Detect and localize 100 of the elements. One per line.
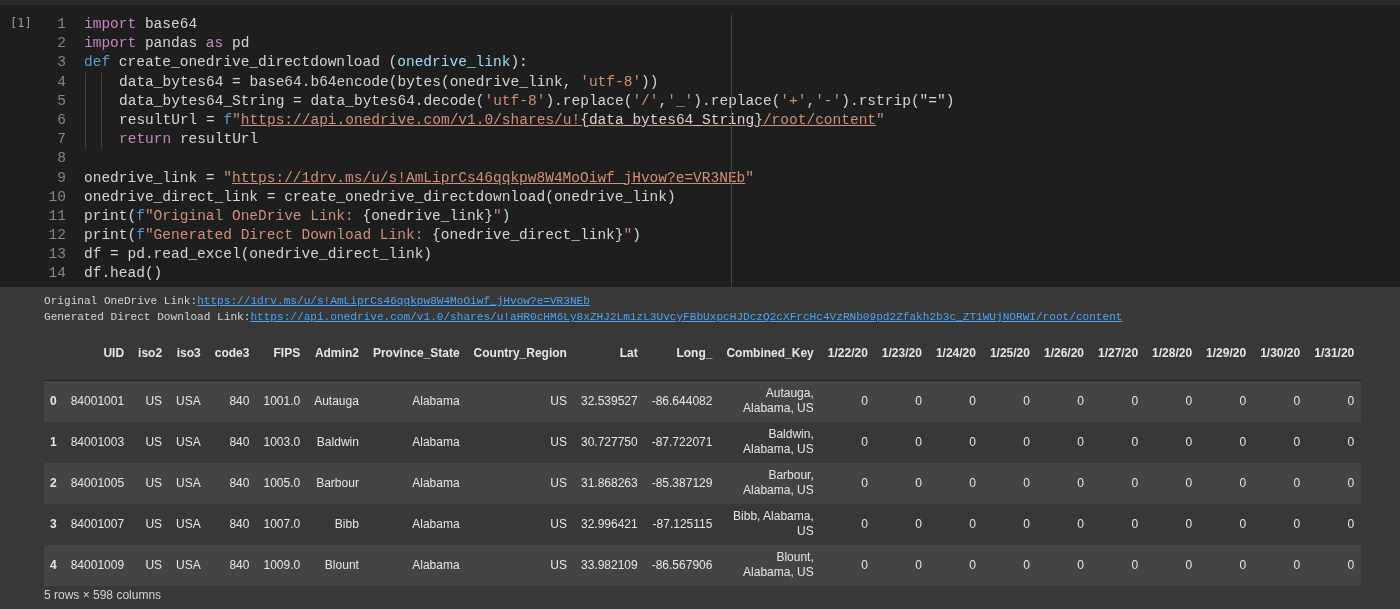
table-cell: 0 (861, 394, 868, 409)
code-line: return resultUrl (119, 130, 259, 150)
code-line: df = pd.read_excel(onedrive_direct_link) (84, 245, 433, 265)
column-header: 1/25/20 (989, 345, 1030, 360)
table-cell: 33.982109 (580, 558, 638, 572)
table-cell: -86.644082 (651, 394, 713, 409)
table-cell: Barbour (316, 476, 359, 490)
table-cell: Alabama (412, 394, 460, 409)
line-number: 9 (57, 168, 66, 188)
table-cell: 0 (1293, 394, 1301, 409)
table-cell: 1005.0 (263, 476, 301, 490)
table-cell: 0 (1293, 435, 1301, 449)
line-number: 2 (57, 34, 66, 54)
table-cell: USA (176, 476, 201, 490)
table-cell: 0 (915, 394, 922, 409)
line-number: 6 (57, 110, 66, 130)
execution-count: [1] (10, 16, 32, 30)
column-header: 1/22/20 (827, 345, 868, 360)
code-line: onedrive_direct_link = create_onedrive_directdownload(onedrive_link) (84, 187, 676, 207)
table-cell: 0 (1185, 394, 1193, 409)
table-cell: 32.539527 (580, 394, 638, 409)
table-cell: 84001009 (70, 558, 125, 572)
column-header: 1/24/20 (935, 345, 976, 360)
table-cell: 0 (915, 435, 922, 449)
table-cell: US (550, 517, 567, 531)
table-cell: 0 (1239, 435, 1247, 449)
code-line: data_bytes64_String = data_bytes64.decode('utf-8').replace('/','_').replace('+','-').rstrip("=") (119, 91, 955, 111)
table-cell: Blount (324, 558, 359, 572)
table-cell: 0 (1185, 558, 1193, 572)
line-number: 10 (48, 187, 66, 207)
output-label: Generated Direct Download Link: (44, 310, 251, 325)
table-cell: US (145, 394, 163, 409)
table-cell: USA (176, 435, 201, 449)
table-cell: 0 (1131, 517, 1139, 531)
row-index: 4 (50, 558, 57, 572)
table-cell: US (550, 558, 567, 572)
table-cell: US (550, 476, 567, 490)
table-cell: 0 (1077, 435, 1084, 449)
table-cell: 0 (969, 435, 976, 449)
table-cell: 0 (1185, 435, 1193, 449)
table-cell: USA (176, 394, 201, 409)
table-cell: 0 (1077, 476, 1084, 490)
line-number: 1 (57, 15, 66, 34)
table-cell: 1001.0 (263, 394, 301, 409)
output-link[interactable]: https://1drv.ms/u/s!AmLiprCs46qqkpw8W4MoOiwf_jHvow?e=VR3NEb (197, 295, 590, 307)
column-header: 1/26/20 (1043, 345, 1084, 360)
table-cell: 0 (1077, 394, 1084, 409)
code-line: onedrive_link = "https://1drv.ms/u/s!AmLiprCs46qqkpw8W4MoOiwf_jHvow?e=VR3NEb" (84, 168, 755, 188)
table-cell: 0 (1239, 476, 1247, 490)
table-cell: Alabama (412, 435, 460, 449)
table-cell: 0 (1347, 435, 1355, 449)
code-line: def create_onedrive_directdownload (onedrive_link): (84, 53, 528, 73)
table-cell: 0 (861, 476, 868, 490)
table-cell: 0 (915, 476, 922, 490)
table-cell: -87.125115 (652, 517, 713, 531)
table-cell: US (145, 476, 163, 490)
table-cell: 0 (1185, 476, 1193, 490)
table-cell: 30.727750 (580, 435, 638, 449)
output-link[interactable]: https://api.onedrive.com/v1.0/shares/u!aHR0cHM6Ly8xZHJ2Lm1zL3UvcyFBbUxpcHJDczQ2cXFrcHc4VzRNb09pd2Zfakh2b3c_ZT1WUjNORWI/root/content (250, 311, 1123, 323)
table-cell: 0 (1131, 435, 1139, 449)
table-cell: 0 (1023, 476, 1030, 490)
table-cell: 0 (1293, 558, 1301, 572)
column-header: Province_State (372, 345, 460, 360)
table-cell: US (145, 517, 163, 531)
column-header: Long_ (676, 345, 713, 360)
table-cell-text: Bibb, Alabama, US (732, 509, 814, 539)
table-cell: -87.722071 (651, 435, 713, 449)
table-cell: 1009.0 (263, 558, 301, 572)
table-cell: 0 (915, 558, 922, 572)
table-cell: 84001007 (70, 517, 125, 531)
table-cell: 0 (1347, 517, 1355, 531)
table-cell: 0 (1077, 517, 1084, 531)
line-number: 4 (57, 72, 66, 92)
table-cell: 0 (1023, 435, 1030, 449)
table-cell: 84001005 (70, 476, 125, 490)
table-cell: 0 (1023, 394, 1030, 409)
code-line: print(f"Generated Direct Download Link: {onedrive_direct_link}") (84, 226, 641, 246)
table-cell: 840 (229, 394, 250, 409)
code-line: import pandas as pd (84, 34, 250, 54)
table-cell: 0 (1293, 476, 1301, 490)
column-header: code3 (214, 345, 250, 360)
column-header: FIPS (273, 345, 301, 360)
line-number: 11 (48, 206, 66, 226)
table-cell-text: Baldwin, Alabama, US (742, 427, 814, 457)
table-cell: Alabama (412, 558, 460, 572)
line-number: 5 (57, 91, 66, 111)
line-number: 12 (48, 226, 66, 246)
table-cell: 0 (1239, 558, 1247, 572)
row-index: 1 (50, 435, 57, 449)
table-cell: US (145, 435, 163, 449)
column-header: 1/31/20 (1314, 345, 1355, 360)
table-cell: 0 (861, 517, 868, 531)
column-header: Country_Region (473, 345, 567, 360)
code-line: import base64 (84, 15, 198, 34)
table-cell: 0 (1347, 476, 1355, 490)
line-number: 3 (57, 53, 66, 73)
table-cell: 840 (229, 476, 250, 490)
table-cell: 0 (969, 476, 976, 490)
column-header: 1/23/20 (881, 345, 922, 360)
table-cell: 0 (1293, 517, 1301, 531)
